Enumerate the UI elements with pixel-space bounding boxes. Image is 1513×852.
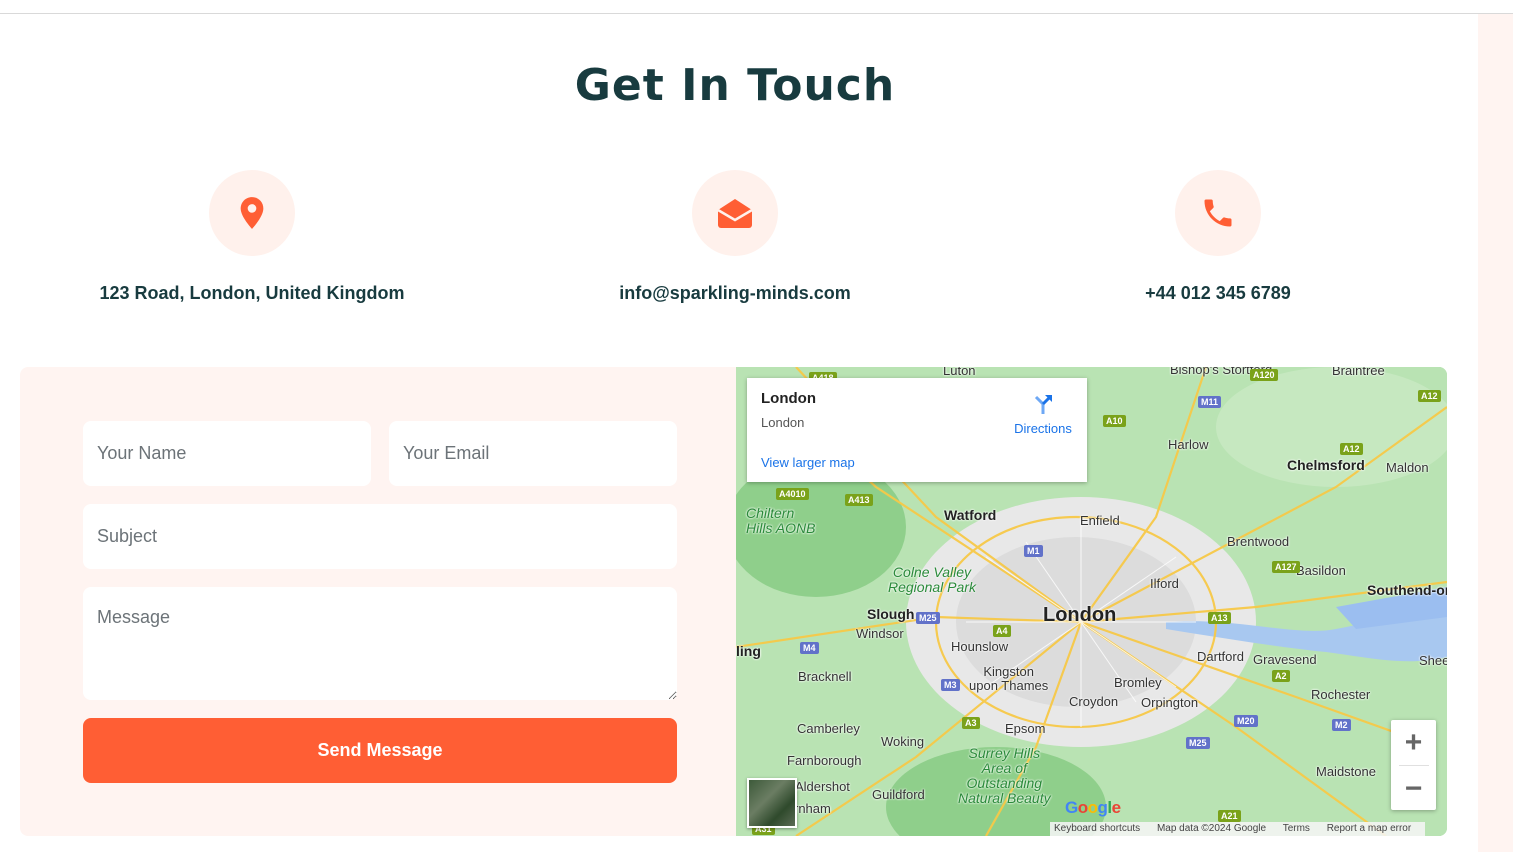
place-label: Southend-on — [1367, 582, 1447, 598]
place-label: Sheer — [1419, 653, 1447, 668]
message-textarea[interactable] — [83, 587, 677, 700]
place-label: Windsor — [856, 626, 904, 641]
map-place-title: London — [761, 390, 816, 407]
place-label: Bracknell — [798, 669, 852, 684]
road-shield: M1 — [1024, 545, 1043, 557]
road-shield: A413 — [845, 494, 873, 506]
place-label: Brentwood — [1227, 534, 1290, 549]
place-label: rnham — [794, 801, 831, 816]
place-label: Camberley — [797, 721, 860, 736]
satellite-toggle[interactable] — [747, 778, 797, 828]
directions-button[interactable]: Directions — [1003, 392, 1083, 436]
road-shield: A3 — [962, 717, 980, 729]
google-logo: Google — [1065, 798, 1121, 817]
contact-address: 123 Road, London, United Kingdom — [42, 170, 462, 304]
place-label: ling — [736, 643, 761, 659]
road-shield: A10 — [1103, 415, 1126, 427]
road-shield: M11 — [1198, 396, 1222, 408]
road-shield: A21 — [1218, 810, 1241, 822]
road-shield: M3 — [941, 679, 960, 691]
road-shield: A120 — [1250, 369, 1278, 381]
page-title: Get In Touch — [574, 60, 896, 111]
map-info-card: London London View larger map Directions — [747, 378, 1087, 482]
map-footer: Keyboard shortcuts Map data ©2024 Google… — [1050, 822, 1426, 836]
address-text: 123 Road, London, United Kingdom — [99, 283, 405, 303]
directions-icon — [1034, 395, 1052, 414]
road-shield: M25 — [1186, 737, 1210, 749]
subject-input[interactable] — [83, 504, 677, 569]
envelope-icon — [692, 170, 778, 256]
place-label: Watford — [944, 507, 997, 523]
place-label: Croydon — [1069, 694, 1119, 709]
place-label: Luton — [943, 367, 976, 378]
road-shield: A4 — [993, 625, 1011, 637]
road-shield: M2 — [1332, 719, 1351, 731]
terms-link[interactable]: Terms — [1283, 823, 1310, 834]
contact-email: info@sparkling-minds.com — [525, 170, 945, 304]
road-shield: M25 — [916, 612, 940, 624]
phone-icon — [1175, 170, 1261, 256]
phone-text[interactable]: +44 012 345 6789 — [1008, 283, 1428, 304]
place-label: Kingston upon Thames — [969, 664, 1049, 693]
keyboard-shortcuts-link[interactable]: Keyboard shortcuts — [1054, 823, 1140, 834]
send-message-button[interactable]: Send Message — [83, 718, 677, 783]
place-label: Braintree — [1332, 367, 1385, 378]
place-label: Chelmsford — [1287, 457, 1365, 473]
google-map[interactable]: Luton Bishop's Stortford Braintree Harlo… — [736, 367, 1447, 836]
place-label: Farnborough — [787, 753, 862, 768]
location-pin-icon — [209, 170, 295, 256]
road-shield: A4010 — [776, 488, 809, 500]
report-error-link[interactable]: Report a map error — [1327, 823, 1411, 834]
zoom-out-button[interactable]: − — [1391, 766, 1436, 811]
place-label: Harlow — [1168, 437, 1209, 452]
road-shield: A12 — [1418, 390, 1441, 402]
place-label: Enfield — [1080, 513, 1120, 528]
road-shield: A2 — [1272, 670, 1290, 682]
place-label: Ilford — [1150, 576, 1179, 591]
scrollbar-track[interactable] — [1478, 14, 1513, 852]
place-label: Orpington — [1141, 695, 1199, 710]
place-label: Maldon — [1386, 460, 1429, 475]
map-data-text: Map data ©2024 Google — [1156, 823, 1267, 834]
road-shield: M20 — [1234, 715, 1258, 727]
place-label: Gravesend — [1253, 652, 1317, 667]
place-label: Hounslow — [951, 639, 1009, 654]
road-shield: M4 — [800, 642, 819, 654]
place-label: Dartford — [1197, 649, 1244, 664]
place-label: Woking — [881, 734, 925, 749]
place-label: Epsom — [1005, 721, 1046, 736]
place-label: Colne Valley Regional Park — [888, 564, 976, 595]
map-london-label: London — [1043, 604, 1117, 626]
road-shield: A12 — [1340, 443, 1363, 455]
place-label: Basildon — [1296, 563, 1346, 578]
name-input[interactable] — [83, 421, 371, 486]
place-label: Aldershot — [795, 779, 850, 794]
place-label: Chiltern Hills AONB — [746, 505, 816, 536]
view-larger-map-link[interactable]: View larger map — [761, 455, 855, 470]
road-shield: A127 — [1272, 561, 1300, 573]
place-label: Rochester — [1311, 687, 1371, 702]
place-label: Maidstone — [1316, 764, 1376, 779]
map-place-subtitle: London — [761, 415, 805, 430]
place-label: Surrey Hills Area of Outstanding Natural… — [958, 745, 1051, 806]
road-shield: A13 — [1208, 612, 1231, 624]
zoom-in-button[interactable]: + — [1391, 720, 1436, 765]
email-text[interactable]: info@sparkling-minds.com — [525, 283, 945, 304]
top-divider — [0, 13, 1513, 14]
contact-phone: +44 012 345 6789 — [1008, 170, 1428, 304]
place-label: Slough — [867, 606, 915, 622]
map-zoom-controls: + − — [1391, 720, 1436, 810]
place-label: Bromley — [1114, 675, 1162, 690]
directions-label: Directions — [1014, 421, 1072, 436]
email-input[interactable] — [389, 421, 677, 486]
place-label: Guildford — [872, 787, 925, 802]
